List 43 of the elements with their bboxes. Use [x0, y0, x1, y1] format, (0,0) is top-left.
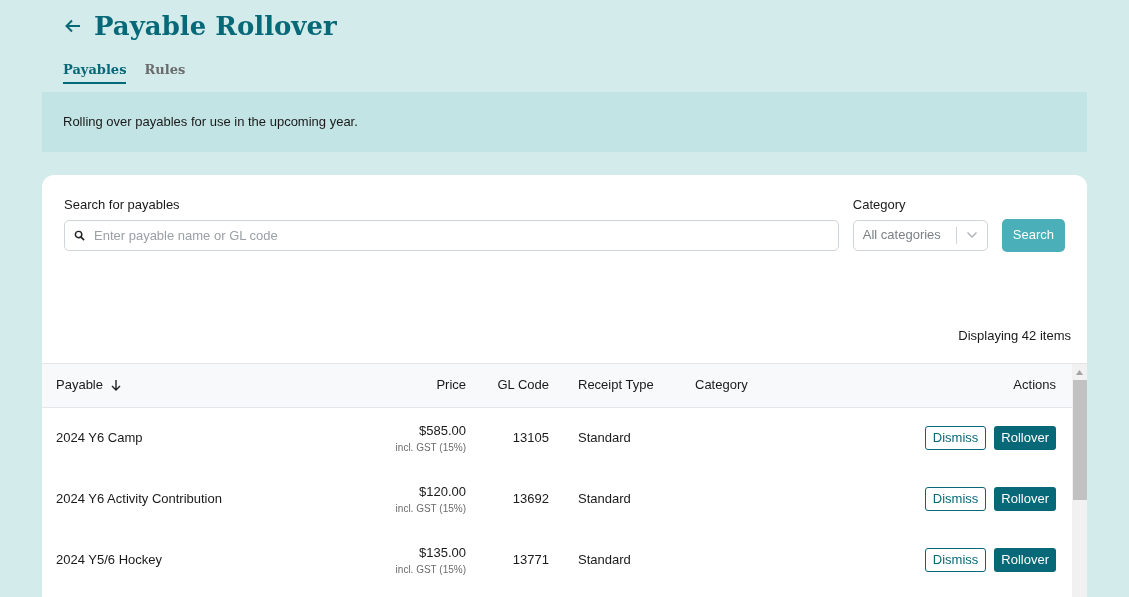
table-cell-text: Standard	[577, 429, 632, 448]
column-header: Price	[436, 376, 466, 395]
table-cell-text: 13105	[512, 429, 549, 448]
price-text: $120.00	[419, 482, 466, 501]
column-header: GL Code	[497, 376, 549, 395]
table-cell-text: Standard	[577, 490, 632, 509]
search-icon	[74, 229, 85, 241]
back-arrow-icon[interactable]	[64, 17, 82, 35]
column-header[interactable]: Payable	[56, 375, 366, 395]
tax-note: incl. GST (15%)	[395, 502, 466, 517]
field-label: Category	[852, 196, 907, 214]
table-cell-text: Standard	[577, 551, 632, 570]
tab[interactable]: Rules	[144, 58, 186, 84]
page-title: Payable Rollover	[94, 13, 337, 39]
category-dropdown[interactable]: All categories	[852, 219, 988, 251]
tax-note: incl. GST (15%)	[395, 441, 466, 456]
dismiss-button[interactable]: Dismiss	[924, 548, 987, 572]
sort-down-arrow-icon	[111, 379, 121, 391]
search-field[interactable]: Enter payable name or GL code	[64, 219, 839, 251]
column-header: Actions	[1013, 376, 1056, 395]
table-cell-text: 13771	[512, 551, 549, 570]
price-text: $585.00	[419, 421, 466, 440]
table-cell-text: 2024 Y6 Camp	[56, 429, 144, 448]
tax-note: incl. GST (15%)	[395, 563, 466, 578]
item-count: Displaying 42 items	[958, 326, 1071, 345]
scroll-up-icon[interactable]	[1076, 369, 1083, 375]
table-cell-text: 2024 Y5/6 Hockey	[56, 551, 163, 570]
field-label: Search for payables	[64, 196, 181, 214]
rollover-button[interactable]: Rollover	[994, 548, 1056, 572]
column-header: Receipt Type	[577, 376, 655, 395]
dismiss-button[interactable]: Dismiss	[924, 426, 987, 450]
column-header: Category	[695, 376, 749, 395]
rollover-button[interactable]: Rollover	[994, 487, 1056, 511]
dismiss-button[interactable]: Dismiss	[924, 487, 987, 511]
scrollbar-thumb[interactable]	[1072, 379, 1087, 500]
scrollbar[interactable]	[1072, 363, 1087, 597]
info-banner: Rolling over payables for use in the upcoming year.	[42, 92, 1087, 152]
tab[interactable]: Payables	[63, 58, 127, 84]
price-text: $135.00	[419, 543, 466, 562]
table-cell-text: 13692	[512, 490, 549, 509]
chevron-down-icon	[965, 231, 978, 239]
rollover-button[interactable]: Rollover	[994, 426, 1056, 450]
table-cell-text: 2024 Y6 Activity Contribution	[56, 490, 223, 509]
